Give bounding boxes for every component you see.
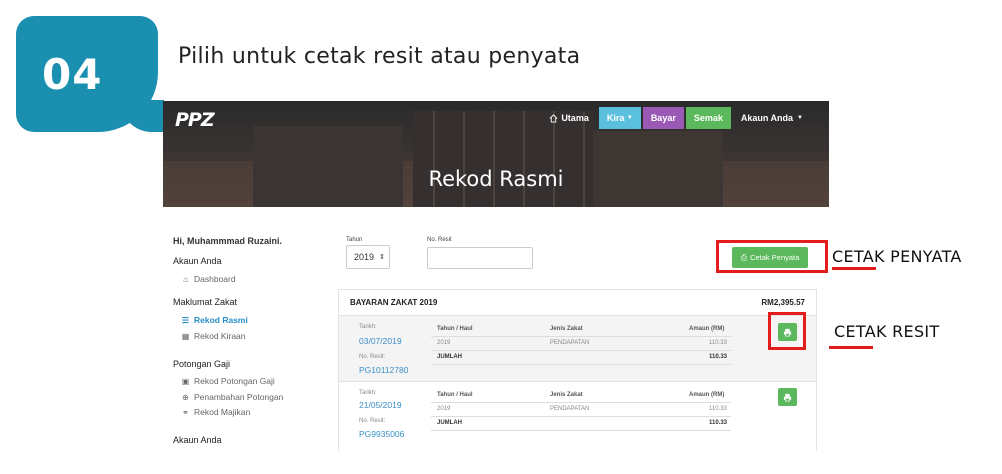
tarikh-label: Tarikh: [359, 390, 377, 396]
nav-kira-label: Kira [606, 113, 625, 123]
resit-label: No. Resit [427, 237, 452, 243]
sitemap-icon: ⚭ [182, 407, 189, 417]
col-jenis: Jenis Zakat [550, 392, 583, 398]
briefcase-icon: ▣ [181, 376, 190, 386]
highlight-penyata [716, 240, 828, 273]
callout-underline-penyata [832, 267, 876, 270]
step-badge-tail [120, 100, 164, 132]
cell-tahun: 2019 [437, 406, 451, 412]
home-icon [549, 113, 558, 123]
nav-akaun-label: Akaun Anda [740, 113, 794, 123]
jumlah-value: 110.33 [709, 420, 728, 426]
cell-tahun: 2019 [437, 340, 451, 346]
sidebar-heading-potongan: Potongan Gaji [173, 359, 231, 369]
greeting: Hi, Muhammmad Ruzaini. [173, 236, 283, 246]
tahun-value: 2019 [354, 252, 375, 262]
tahun-label: Tahun [346, 237, 363, 243]
sidebar-item-penambahan[interactable]: ⊕ Penambahan Potongan [181, 392, 283, 402]
col-tahun: Tahun / Haul [437, 326, 473, 332]
cell-jenis: PENDAPATAN [550, 406, 590, 412]
cetak-resit-button[interactable] [778, 388, 797, 406]
sidebar-item-label: Rekod Majikan [194, 407, 251, 417]
tarikh-link[interactable]: 03/07/2019 [359, 336, 402, 346]
print-icon [783, 393, 792, 401]
sort-icon: ⇕ [379, 254, 385, 261]
nav-kira[interactable]: Kira ▼ [598, 107, 641, 129]
page-title: Rekod Rasmi [428, 167, 564, 191]
col-tahun: Tahun / Haul [437, 392, 473, 398]
list-icon: ☰ [181, 315, 190, 325]
sidebar-item-majikan[interactable]: ⚭ Rekod Majikan [181, 407, 250, 417]
sidebar-item-rekod-rasmi[interactable]: ☰ Rekod Rasmi [181, 315, 248, 325]
summary-total: RM2,395.57 [761, 298, 805, 307]
cell-jenis: PENDAPATAN [550, 340, 590, 346]
cell-amaun: 110.33 [709, 406, 727, 412]
callout-penyata: CETAK PENYATA [832, 247, 962, 266]
nav-semak[interactable]: Semak [685, 107, 731, 129]
records-card-header: BAYARAN ZAKAT 2019 RM2,395.57 [339, 290, 816, 316]
callout-underline-resit [829, 346, 873, 349]
jumlah-value: 110.33 [709, 354, 728, 360]
record-row: Tarikh: 21/05/2019 No. Resit: PG9935006 … [339, 382, 816, 451]
home-icon: ⌂ [183, 274, 188, 284]
sidebar-item-dashboard[interactable]: ⌂ Dashboard [181, 274, 236, 284]
summary-title: BAYARAN ZAKAT 2019 [350, 298, 438, 307]
nav-home-label: Utama [561, 113, 589, 123]
resit-link[interactable]: PG9935006 [359, 429, 404, 439]
tahun-select[interactable]: 2019 ⇕ [346, 245, 390, 269]
record-row: Tarikh: 03/07/2019 No. Resit: PG10112780… [339, 316, 816, 382]
resit-no-label: No. Resit: [359, 418, 386, 424]
sidebar-item-rekod-kiraan[interactable]: ▦ Rekod Kiraan [181, 331, 246, 341]
resit-link[interactable]: PG10112780 [359, 365, 408, 375]
sidebar-item-label: Penambahan Potongan [194, 392, 284, 402]
sidebar-item-label: Dashboard [194, 274, 236, 284]
nav-bayar[interactable]: Bayar [642, 107, 684, 129]
step-title: Pilih untuk cetak resit atau penyata [178, 44, 581, 69]
nav-home[interactable]: Utama [541, 113, 597, 123]
hero-banner: PPZ Utama Kira ▼ Bayar Semak Akaun Anda … [163, 101, 829, 207]
plus-circle-icon: ⊕ [182, 392, 189, 402]
jumlah-value-label: JUMLAH [437, 420, 462, 426]
step-number: 04 [42, 49, 103, 99]
sidebar-heading-akaun-2: Akaun Anda [173, 435, 222, 445]
resit-input[interactable] [427, 247, 533, 269]
brand-logo[interactable]: PPZ [175, 109, 215, 131]
sidebar-heading-akaun: Akaun Anda [173, 256, 222, 266]
highlight-resit [768, 312, 806, 350]
top-nav: Utama Kira ▼ Bayar Semak Akaun Anda ▼ [541, 107, 811, 129]
resit-no-label: No. Resit: [359, 354, 386, 360]
sidebar-item-label: Rekod Kiraan [194, 331, 246, 341]
tarikh-link[interactable]: 21/05/2019 [359, 400, 402, 410]
sidebar-item-label: Rekod Potongan Gaji [194, 376, 275, 386]
nav-akaun[interactable]: Akaun Anda ▼ [733, 113, 811, 123]
caret-down-icon: ▼ [797, 115, 803, 121]
tarikh-label: Tarikh: [359, 324, 377, 330]
records-card: BAYARAN ZAKAT 2019 RM2,395.57 Tarikh: 03… [338, 289, 817, 451]
cell-amaun: 110.33 [709, 340, 727, 346]
calculator-icon: ▦ [181, 331, 190, 341]
sidebar-item-label: Rekod Rasmi [194, 315, 248, 325]
sidebar: Hi, Muhammmad Ruzaini. Akaun Anda ⌂ Dash… [173, 207, 323, 451]
col-jenis: Jenis Zakat [550, 326, 583, 332]
sidebar-item-rekod-potongan[interactable]: ▣ Rekod Potongan Gaji [181, 376, 275, 386]
callout-resit: CETAK RESIT [834, 322, 940, 341]
col-amaun: Amaun (RM) [689, 392, 725, 398]
caret-down-icon: ▼ [626, 115, 633, 121]
col-amaun: Amaun (RM) [689, 326, 725, 332]
sidebar-heading-maklumat: Maklumat Zakat [173, 297, 238, 307]
app-screenshot: PPZ Utama Kira ▼ Bayar Semak Akaun Anda … [163, 101, 829, 451]
jumlah-label: JUMLAH [437, 354, 462, 360]
